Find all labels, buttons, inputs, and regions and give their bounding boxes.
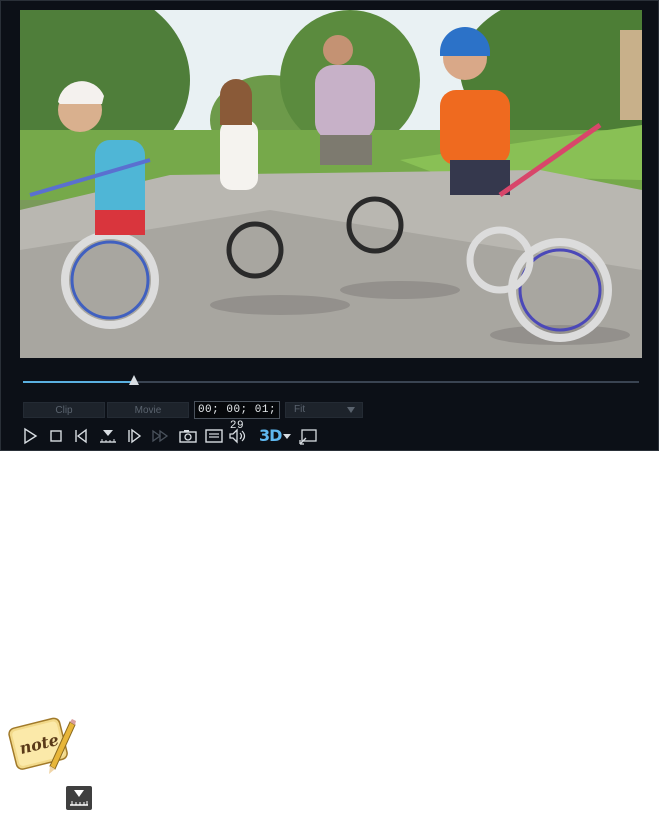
snapshot-button[interactable] — [177, 425, 199, 447]
external-window-icon — [299, 429, 317, 445]
speaker-icon — [229, 428, 246, 444]
stop-icon — [50, 430, 62, 442]
tab-movie[interactable]: Movie — [107, 402, 189, 418]
playback-controls: 3D — [19, 425, 339, 447]
subtitles-icon — [205, 429, 223, 443]
play-button[interactable] — [19, 425, 41, 447]
stop-button[interactable] — [45, 425, 67, 447]
ruler-marker-icon — [100, 430, 116, 443]
subtitles-button[interactable] — [203, 425, 225, 447]
3d-icon: 3D — [259, 426, 282, 445]
3d-mode-button[interactable]: 3D — [255, 425, 293, 447]
fast-forward-button[interactable] — [149, 425, 171, 447]
video-preview — [20, 10, 642, 358]
tab-clip[interactable]: Clip — [23, 402, 105, 418]
zoom-select[interactable]: Fit — [285, 402, 363, 418]
fast-forward-icon — [152, 429, 169, 443]
ruler-marker-icon — [66, 786, 92, 810]
seek-progress — [23, 381, 134, 383]
camera-icon — [179, 430, 197, 443]
video-frame-image — [20, 10, 642, 358]
undock-button[interactable] — [297, 425, 319, 447]
previous-frame-icon — [75, 428, 87, 444]
mark-in-button[interactable] — [97, 425, 119, 447]
preview-mode-bar: Clip Movie 00; 00; 01; 29 Fit — [19, 399, 641, 432]
chevron-down-icon — [283, 434, 291, 439]
chevron-down-icon — [347, 407, 355, 413]
timecode-field[interactable]: 00; 00; 01; 29 — [194, 401, 280, 432]
next-frame-button[interactable] — [123, 425, 145, 447]
previous-frame-button[interactable] — [71, 425, 93, 447]
preview-window: Clip Movie 00; 00; 01; 29 Fit 3D — [0, 0, 659, 451]
seek-handle[interactable] — [128, 375, 139, 385]
play-icon — [24, 427, 38, 445]
note-pencil-icon: note — [6, 708, 76, 778]
volume-button[interactable] — [227, 425, 249, 447]
seek-bar[interactable] — [23, 375, 639, 385]
zoom-select-value: Fit — [294, 404, 306, 415]
next-frame-icon — [128, 428, 142, 444]
